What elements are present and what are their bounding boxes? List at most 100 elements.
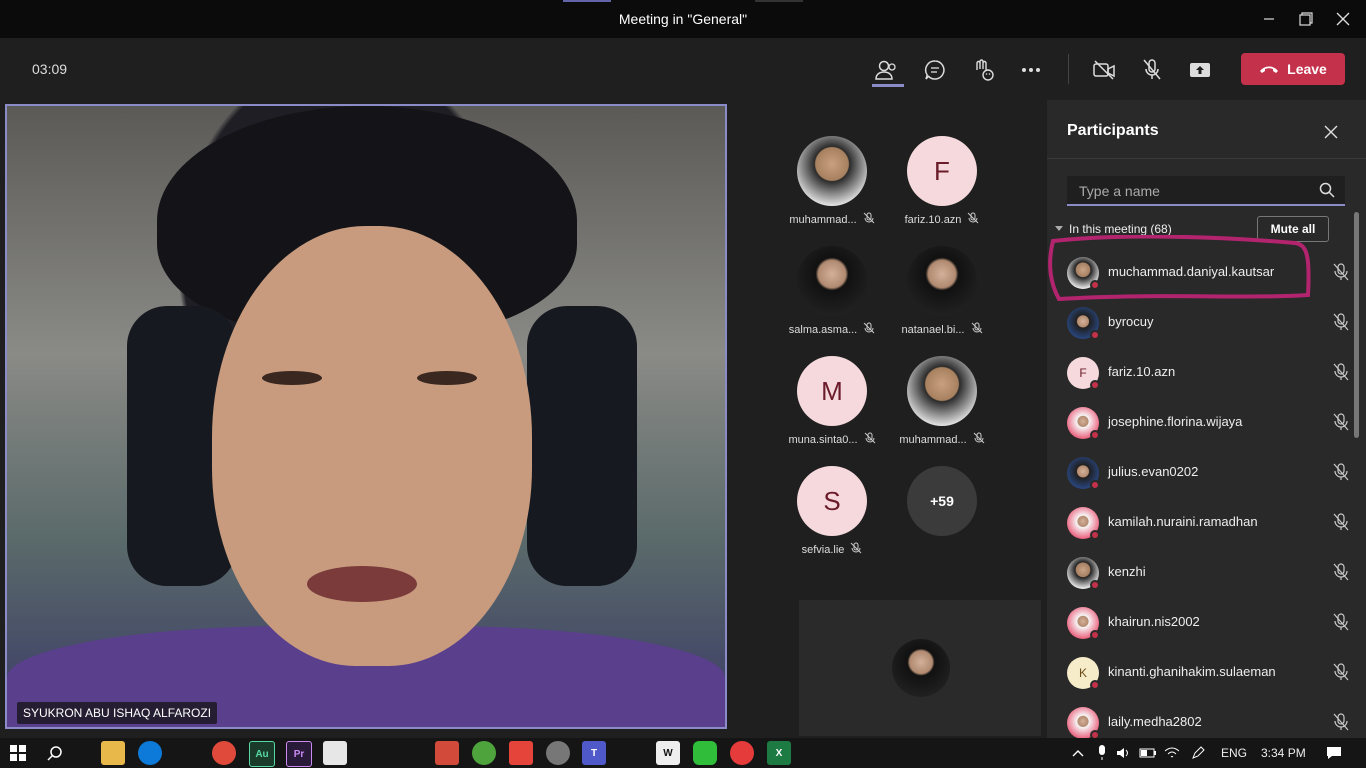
participant-avatar — [797, 136, 867, 206]
status-dot — [1090, 380, 1100, 390]
title-accent — [755, 0, 803, 2]
chevron-up-icon[interactable] — [1066, 741, 1090, 765]
volume-icon[interactable] — [1112, 741, 1136, 765]
participants-icon[interactable] — [870, 54, 902, 86]
gallery-tile[interactable]: salma.asma... — [777, 246, 887, 337]
in-meeting-label: In this meeting (68) — [1069, 222, 1172, 236]
close-window-icon[interactable] — [1320, 0, 1366, 38]
participant-row[interactable]: kamilah.nuraini.ramadhan — [1067, 497, 1349, 547]
participant-row[interactable]: byrocuy — [1067, 297, 1349, 347]
audition-icon[interactable]: Au — [249, 741, 275, 767]
notification-icon[interactable] — [1322, 741, 1346, 765]
video-subject-eye — [417, 371, 477, 385]
speaker-name-label: SYUKRON ABU ISHAQ ALFAROZI — [17, 702, 218, 724]
participant-row[interactable]: K kinanti.ghanihakim.sulaeman — [1067, 647, 1349, 697]
participant-name: muhammad... — [899, 433, 967, 446]
language-indicator[interactable]: ENG — [1221, 746, 1247, 760]
chat-icon[interactable] — [919, 54, 951, 86]
share-screen-icon[interactable] — [1184, 54, 1216, 86]
active-tab-indicator — [872, 84, 904, 87]
app-icon[interactable]: W — [656, 741, 680, 765]
participant-name: laily.medha2802 — [1108, 714, 1202, 729]
notepad-icon[interactable] — [323, 741, 347, 765]
mic-muted-icon[interactable] — [1333, 463, 1349, 486]
teams-icon[interactable]: T — [582, 741, 606, 765]
participant-name: kinanti.ghanihakim.sulaeman — [1108, 664, 1276, 679]
participant-name: natanael.bi... — [901, 323, 965, 336]
participants-panel: Participants In this meeting (68) Mute a… — [1047, 100, 1366, 740]
participant-row[interactable]: khairun.nis2002 — [1067, 597, 1349, 647]
phone-hangup-icon — [1260, 66, 1279, 73]
participant-search-input[interactable] — [1077, 182, 1311, 200]
file-explorer-icon[interactable] — [101, 741, 125, 765]
paint-icon[interactable] — [546, 741, 570, 765]
line-icon[interactable] — [693, 741, 717, 765]
mic-muted-icon — [973, 432, 985, 447]
pdf-icon[interactable] — [509, 741, 533, 765]
excel-icon[interactable]: X — [767, 741, 791, 765]
participant-row[interactable]: julius.evan0202 — [1067, 447, 1349, 497]
participant-row[interactable]: F fariz.10.azn — [1067, 347, 1349, 397]
camera-off-icon[interactable] — [1088, 54, 1120, 86]
mic-muted-icon[interactable] — [1333, 713, 1349, 736]
participant-row[interactable]: josephine.florina.wijaya — [1067, 397, 1349, 447]
taskbar: Au Pr T W X ENG 3:34 PM — [0, 738, 1366, 768]
self-video-tile[interactable] — [799, 600, 1041, 736]
mic-muted-icon[interactable] — [1333, 663, 1349, 686]
wifi-icon[interactable] — [1160, 741, 1184, 765]
clock[interactable]: 3:34 PM — [1261, 746, 1306, 760]
mic-muted-icon[interactable] — [1333, 563, 1349, 586]
video-subject-headphone — [527, 306, 637, 586]
participant-avatar — [907, 356, 977, 426]
gallery-tile[interactable]: natanael.bi... — [887, 246, 997, 337]
main-video-feed[interactable]: SYUKRON ABU ISHAQ ALFAROZI — [5, 104, 727, 729]
toolbar-divider — [1068, 54, 1069, 84]
reactions-icon[interactable] — [967, 54, 999, 86]
chrome-icon[interactable] — [212, 741, 236, 765]
mic-off-icon[interactable] — [1136, 54, 1168, 86]
participant-row[interactable]: kenzhi — [1067, 547, 1349, 597]
battery-icon[interactable] — [1136, 741, 1160, 765]
mic-muted-icon[interactable] — [1333, 413, 1349, 436]
participant-name: sefvia.lie — [801, 543, 845, 556]
leave-button[interactable]: Leave — [1241, 53, 1345, 85]
premiere-icon[interactable]: Pr — [286, 741, 312, 767]
participant-name: salma.asma... — [788, 323, 858, 336]
status-dot — [1090, 330, 1100, 340]
pen-icon[interactable] — [1186, 741, 1210, 765]
gallery-tile[interactable]: S sefvia.lie — [777, 466, 887, 557]
mic-muted-icon[interactable] — [1333, 613, 1349, 636]
mic-muted-icon[interactable] — [1333, 313, 1349, 336]
mic-muted-icon[interactable] — [1333, 363, 1349, 386]
status-dot — [1090, 580, 1100, 590]
gallery-tile[interactable]: muhammad... — [887, 356, 997, 447]
mic-muted-icon[interactable] — [1333, 263, 1349, 286]
windows-start-icon[interactable] — [6, 741, 30, 765]
app-icon[interactable] — [435, 741, 459, 765]
utorrent-icon[interactable] — [472, 741, 496, 765]
search-icon[interactable] — [43, 741, 67, 765]
panel-scrollbar[interactable] — [1354, 212, 1359, 438]
app-icon[interactable] — [730, 741, 754, 765]
mic-muted-icon — [863, 212, 875, 227]
mic-muted-icon[interactable] — [1333, 513, 1349, 536]
participant-name: khairun.nis2002 — [1108, 614, 1200, 629]
gallery-more-tile[interactable]: +59 — [887, 466, 997, 536]
close-panel-icon[interactable] — [1319, 120, 1343, 144]
highlight-annotation — [1048, 235, 1311, 301]
window-title: Meeting in "General" — [618, 11, 748, 27]
participant-name: fariz.10.azn — [904, 213, 962, 226]
status-dot — [1090, 430, 1100, 440]
gallery-tile[interactable]: M muna.sinta0... — [777, 356, 887, 447]
gallery-tile[interactable]: F fariz.10.azn — [887, 136, 997, 227]
search-icon[interactable] — [1319, 182, 1335, 203]
panel-divider — [1047, 158, 1366, 159]
in-meeting-section[interactable]: In this meeting (68) — [1055, 222, 1172, 236]
edge-icon[interactable] — [138, 741, 162, 765]
participant-name: julius.evan0202 — [1108, 464, 1199, 479]
microphone-icon[interactable] — [1090, 741, 1114, 765]
more-options-icon[interactable] — [1015, 54, 1047, 86]
participant-avatar — [907, 246, 977, 316]
gallery-tile[interactable]: muhammad... — [777, 136, 887, 227]
meeting-timer: 03:09 — [32, 61, 68, 77]
